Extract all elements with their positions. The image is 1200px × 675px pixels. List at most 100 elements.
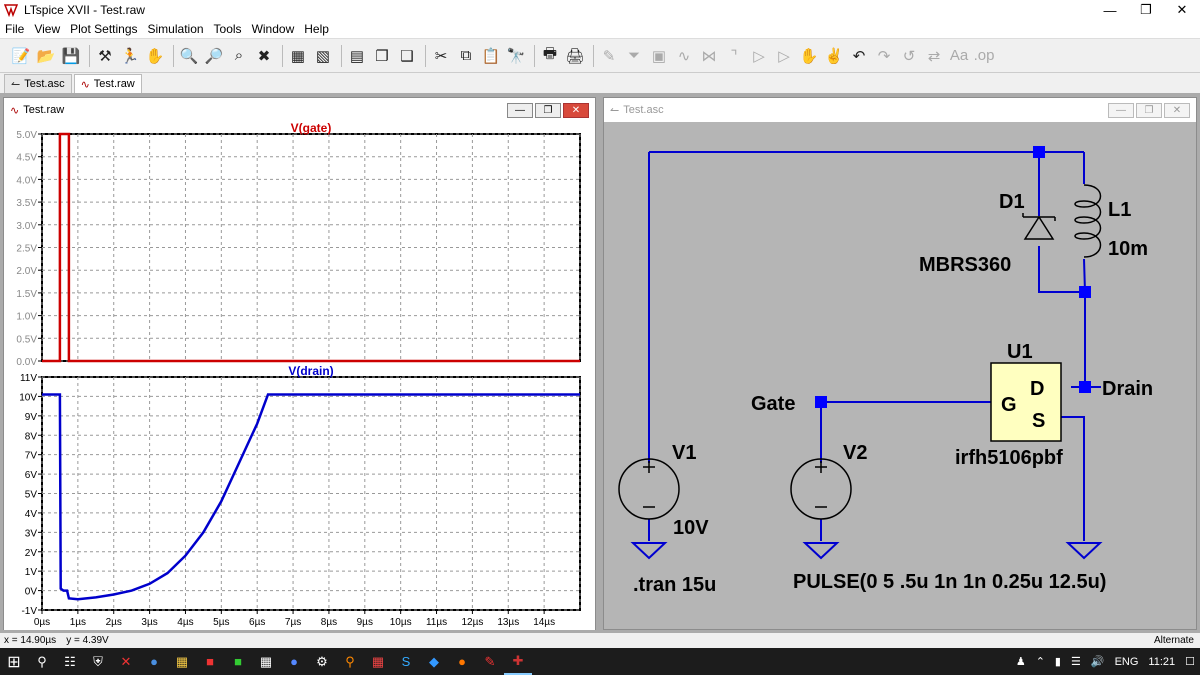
open-folder-icon[interactable]: 📂	[35, 45, 57, 67]
ground-symbol	[630, 542, 668, 560]
plot-restore-button[interactable]: ❐	[535, 103, 561, 118]
plot-minimize-button[interactable]: —	[507, 103, 533, 118]
task-view-icon[interactable]: ☷	[56, 648, 84, 675]
inductor-icon[interactable]: ⌝	[723, 45, 745, 67]
menu-view[interactable]: View	[29, 22, 65, 36]
move-icon[interactable]: ✋	[798, 45, 820, 67]
diode-icon[interactable]: ▷	[748, 45, 770, 67]
tab-test-asc[interactable]: ↼ Test.asc	[4, 74, 72, 93]
diode-d1[interactable]	[1022, 213, 1056, 240]
save-icon[interactable]: 💾	[60, 45, 82, 67]
menu-simulation[interactable]: Simulation	[143, 22, 209, 36]
label-net-icon[interactable]: ▣	[648, 45, 670, 67]
battery-icon[interactable]: ▮	[1055, 655, 1061, 668]
maximize-button[interactable]: ❐	[1128, 0, 1164, 20]
grid-icon[interactable]: ▧	[312, 45, 334, 67]
drain-net-label[interactable]: Drain	[1102, 378, 1153, 400]
system-tray: ♟ ⌃ ▮ ☰ 🔊 ENG 11:21 ☐	[1011, 648, 1200, 675]
menu-file[interactable]: File	[0, 22, 29, 36]
resistor-icon[interactable]: ∿	[673, 45, 695, 67]
clock[interactable]: 11:21	[1148, 656, 1175, 668]
app-pdf-icon[interactable]: ▦	[364, 648, 392, 675]
ground-icon[interactable]: ⏷	[623, 45, 645, 67]
pin-d-label: D	[1030, 378, 1044, 400]
drag-icon[interactable]: ✌	[823, 45, 845, 67]
run-icon[interactable]: 🏃	[119, 45, 141, 67]
cascade-icon[interactable]: ❐	[371, 45, 393, 67]
minimize-button[interactable]: —	[1092, 0, 1128, 20]
app-blue2-icon[interactable]: ◆	[420, 648, 448, 675]
text-icon[interactable]: Aa	[948, 45, 970, 67]
gate-net-label[interactable]: Gate	[751, 393, 795, 415]
y-tick-label: 1V	[25, 567, 38, 578]
language-indicator[interactable]: ENG	[1115, 656, 1139, 668]
spice-directive-icon[interactable]: .op	[973, 45, 995, 67]
app-orange-search-icon[interactable]: ⚲	[336, 648, 364, 675]
cut-icon[interactable]: ✂	[430, 45, 452, 67]
print-preview-icon[interactable]: 🖶	[539, 45, 561, 67]
trace-label-drain[interactable]: V(drain)	[288, 364, 333, 378]
menu-help[interactable]: Help	[299, 22, 334, 36]
inductor-l1[interactable]	[1074, 184, 1102, 258]
copy-icon[interactable]: ⧉	[455, 45, 477, 67]
undo-icon[interactable]: ↶	[848, 45, 870, 67]
y-tick-label: 1.5V	[16, 289, 37, 300]
find-icon[interactable]: 🔭	[505, 45, 527, 67]
app-gear-icon[interactable]: ⚙	[308, 648, 336, 675]
firefox-icon[interactable]: ●	[448, 648, 476, 675]
menu-tools[interactable]: Tools	[209, 22, 247, 36]
skype-icon[interactable]: S	[392, 648, 420, 675]
zoom-out-icon[interactable]: 🔎	[203, 45, 225, 67]
voltage-source-v2[interactable]	[790, 458, 852, 520]
calculator-icon[interactable]: ▦	[252, 648, 280, 675]
pan-hand-icon[interactable]: ✋	[144, 45, 166, 67]
autorange-icon[interactable]: ▦	[287, 45, 309, 67]
zoom-fit-icon[interactable]: ⌕	[228, 45, 250, 67]
voltage-source-v1[interactable]	[618, 458, 680, 520]
zoom-cancel-icon[interactable]: ✖	[253, 45, 275, 67]
wire-icon[interactable]: ✎	[598, 45, 620, 67]
schematic-minimize-button[interactable]: —	[1108, 103, 1134, 118]
app-x-icon[interactable]: ✕	[112, 648, 140, 675]
app-edit-icon[interactable]: ✎	[476, 648, 504, 675]
app-red-icon[interactable]: ■	[196, 648, 224, 675]
close-windows-icon[interactable]: ❑	[396, 45, 418, 67]
mdi-area: ∿ Test.raw — ❐ ✕ 5.0V 4.5V 4.0V 3.5V 3.0V 2.5…	[0, 93, 1200, 633]
tab-test-raw[interactable]: ∿ Test.raw	[73, 74, 142, 93]
notification-icon[interactable]: ☐	[1185, 655, 1195, 668]
component-icon[interactable]: ▷	[773, 45, 795, 67]
zoom-in-icon[interactable]: 🔍	[178, 45, 200, 67]
capacitor-icon[interactable]: ⋈	[698, 45, 720, 67]
mirror-icon[interactable]: ⇄	[923, 45, 945, 67]
plot-close-button[interactable]: ✕	[563, 103, 589, 118]
app-green-icon[interactable]: ■	[224, 648, 252, 675]
app-chrome-icon[interactable]: ●	[140, 648, 168, 675]
schematic-canvas[interactable]: D1 MBRS360 L1 10m U1 irfh5106pbf G D S D…	[604, 122, 1196, 630]
redo-icon[interactable]: ↷	[873, 45, 895, 67]
print-icon[interactable]: 🖨	[564, 45, 586, 67]
schematic-restore-button[interactable]: ❐	[1136, 103, 1162, 118]
new-schematic-icon[interactable]: 📝	[10, 45, 32, 67]
people-icon[interactable]: ♟	[1016, 655, 1026, 668]
volume-icon[interactable]: 🔊	[1091, 655, 1105, 668]
control-panel-icon[interactable]: ⚒	[94, 45, 116, 67]
paste-icon[interactable]: 📋	[480, 45, 502, 67]
schematic-close-button[interactable]: ✕	[1164, 103, 1190, 118]
rotate-icon[interactable]: ↺	[898, 45, 920, 67]
y-tick-label: 10V	[19, 392, 37, 403]
file-explorer-icon[interactable]: ▦	[168, 648, 196, 675]
windows-start-icon[interactable]: ⊞	[0, 648, 28, 675]
menu-window[interactable]: Window	[247, 22, 300, 36]
trace-label-gate[interactable]: V(gate)	[291, 122, 332, 135]
network-icon[interactable]: ☰	[1071, 655, 1081, 668]
app-shield-icon[interactable]: ⛨	[84, 648, 112, 675]
tray-chevron-icon[interactable]: ⌃	[1036, 655, 1045, 668]
app-blue-icon[interactable]: ●	[280, 648, 308, 675]
menu-plot-settings[interactable]: Plot Settings	[65, 22, 142, 36]
ltspice-taskbar-icon[interactable]: ✚	[504, 648, 532, 675]
search-icon[interactable]: ⚲	[28, 648, 56, 675]
waveform-plot[interactable]: 5.0V 4.5V 4.0V 3.5V 3.0V 2.5V 2.0V 1.5V 1.0V 0.5V…	[4, 122, 595, 630]
tile-horizontal-icon[interactable]: ▤	[346, 45, 368, 67]
close-button[interactable]: ✕	[1164, 0, 1200, 20]
tran-directive[interactable]: .tran 15u	[633, 574, 716, 596]
